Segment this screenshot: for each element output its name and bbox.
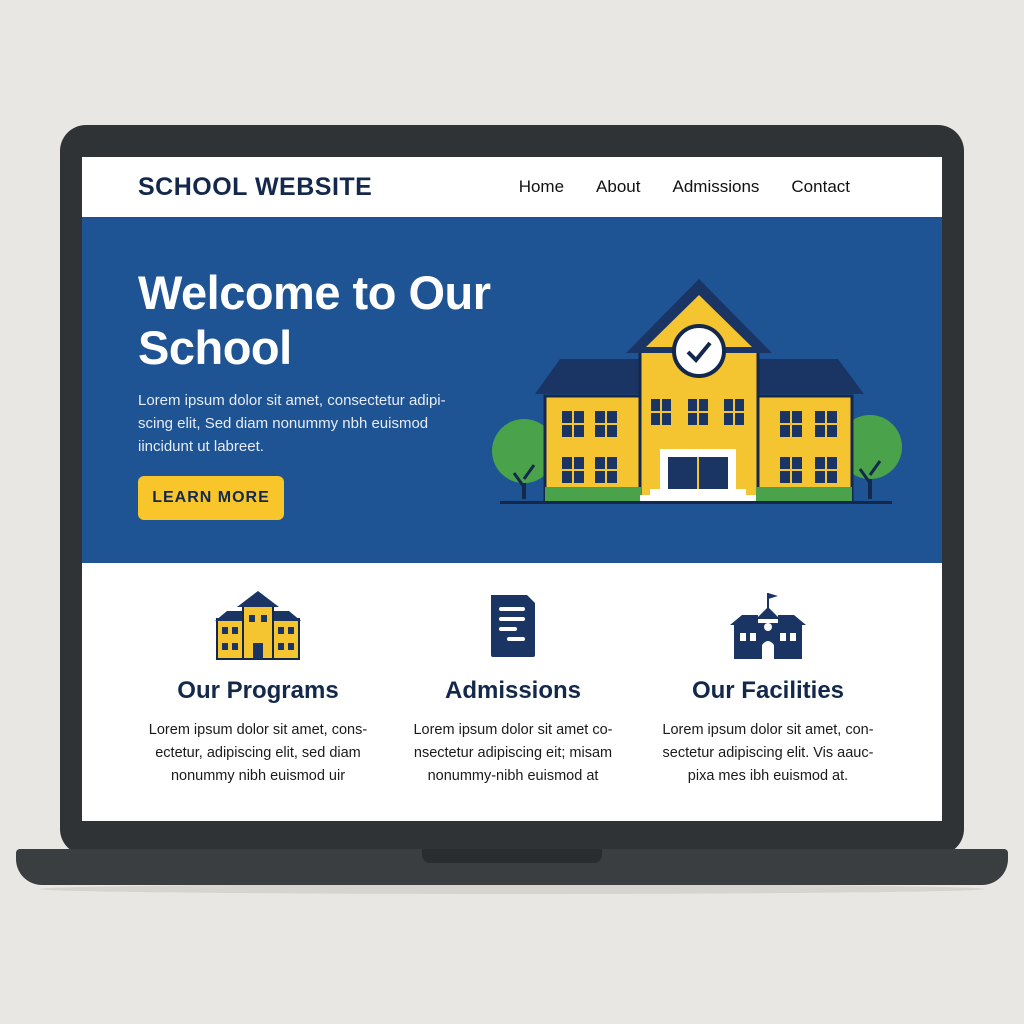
learn-more-button[interactable]: LEARN MORE	[138, 476, 284, 520]
hero-title: Welcome to Our School	[138, 266, 491, 374]
feature-title: Our Programs	[177, 677, 339, 704]
nav-contact[interactable]: Contact	[791, 177, 850, 197]
school-building-icon	[138, 589, 378, 663]
feature-description: Lorem ipsum dolor sit amet co-nsectetur …	[413, 722, 613, 784]
document-icon	[393, 589, 633, 663]
nav-admissions[interactable]: Admissions	[672, 177, 759, 197]
schoolhouse-flag-icon	[648, 589, 888, 663]
hero-section: Welcome to Our School Lorem ipsum dolor …	[82, 219, 942, 563]
site-logo[interactable]: SCHOOL WEBSITE	[138, 173, 372, 202]
feature-title: Admissions	[444, 677, 582, 704]
site-header: SCHOOL WEBSITE Home About Admissions Con…	[82, 157, 942, 219]
nav-about[interactable]: About	[596, 177, 640, 197]
laptop-notch	[422, 849, 602, 863]
main-nav: Home About Admissions Contact	[519, 177, 850, 197]
feature-programs[interactable]: Our Programs Lorem ipsum dolor sit amet,…	[138, 589, 378, 788]
nav-home[interactable]: Home	[519, 177, 564, 197]
laptop-shadow	[40, 884, 984, 894]
features-section: Our Programs Lorem ipsum dolor sit amet,…	[82, 563, 942, 821]
laptop-screen: SCHOOL WEBSITE Home About Admissions Con…	[82, 157, 942, 821]
feature-admissions[interactable]: Admissions Lorem ipsum dolor sit amet co…	[393, 589, 633, 788]
feature-description: Lorem ipsum dolor sit amet, cons-ectetur…	[148, 722, 368, 784]
school-illustration	[490, 251, 910, 526]
feature-facilities[interactable]: Our Facilities Lorem ipsum dolor sit ame…	[648, 589, 888, 788]
feature-description: Lorem ipsum dolor sit amet, con-sectetur…	[662, 722, 874, 784]
feature-title: Our Facilities	[691, 677, 845, 704]
hero-description: Lorem ipsum dolor sit amet, consectetur …	[138, 392, 446, 455]
